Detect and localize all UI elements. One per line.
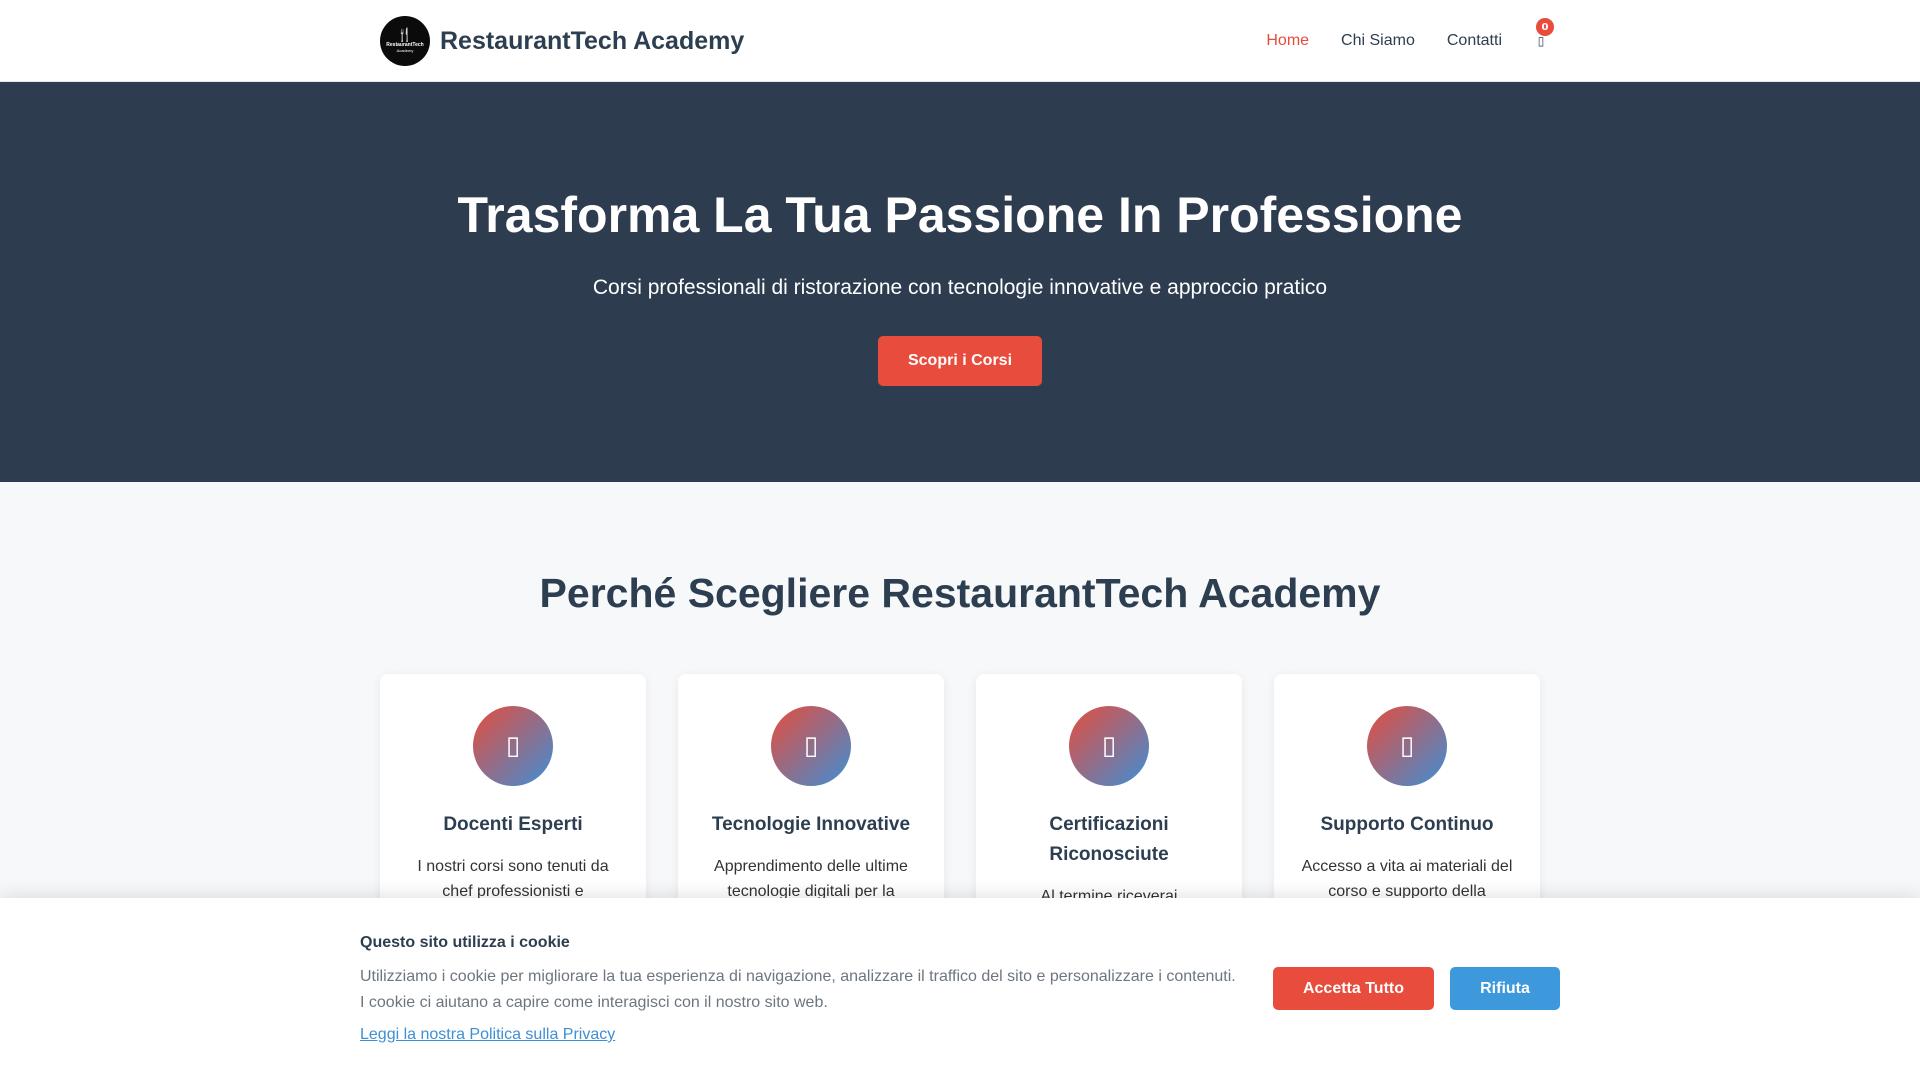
feature-icon: ▯: [771, 706, 851, 786]
cart-icon: ▯: [1537, 34, 1545, 48]
cart-button[interactable]: ▯ 0: [1534, 18, 1554, 51]
nav-link-chi-siamo[interactable]: Chi Siamo: [1341, 32, 1415, 50]
feature-text: Apprendimento delle ultime tecnologie di…: [714, 858, 908, 900]
discover-courses-button[interactable]: Scopri i Corsi: [878, 336, 1042, 386]
feature-title: Certificazioni Riconosciute: [1049, 814, 1169, 865]
brand-name[interactable]: RestaurantTech Academy: [440, 27, 744, 56]
feature-title: Tecnologie Innovative: [711, 814, 911, 835]
feature-text: I nostri corsi sono tenuti da chef profe…: [417, 858, 609, 900]
accept-all-button[interactable]: Accetta Tutto: [1273, 967, 1434, 1010]
header-inner: 🍴 RestaurantTech Academy RestaurantTech …: [380, 0, 1554, 82]
brand[interactable]: 🍴 RestaurantTech Academy RestaurantTech …: [380, 16, 744, 66]
feature-icon: ▯: [473, 706, 553, 786]
feature-icon: ▯: [1367, 706, 1447, 786]
main-nav: Home Chi Siamo Contatti ▯ 0: [1266, 18, 1554, 51]
nav-link-contatti[interactable]: Contatti: [1447, 32, 1502, 50]
hero-section: Trasforma La Tua Passione In Professione…: [0, 82, 1920, 482]
features-title: Perché Scegliere RestaurantTech Academy: [539, 570, 1381, 616]
cookie-text: Utilizziamo i cookie per migliorare la t…: [360, 968, 1236, 1011]
reject-button[interactable]: Rifiuta: [1450, 967, 1560, 1010]
cutlery-icon: 🍴: [396, 28, 414, 43]
hero-title: Trasforma La Tua Passione In Professione: [457, 187, 1463, 243]
feature-text: Accesso a vita ai materiali del corso e …: [1301, 858, 1513, 900]
cookie-banner: Questo sito utilizza i cookie Utilizziam…: [0, 898, 1920, 1080]
feature-icon: ▯: [1069, 706, 1149, 786]
site-header: 🍴 RestaurantTech Academy RestaurantTech …: [0, 0, 1920, 82]
feature-title: Docenti Esperti: [443, 814, 583, 835]
cart-count-badge: 0: [1536, 18, 1554, 36]
privacy-policy-link[interactable]: Leggi la nostra Politica sulla Privacy: [360, 1026, 615, 1044]
nav-link-home[interactable]: Home: [1266, 32, 1309, 50]
logo-text-line2: Academy: [396, 48, 414, 53]
hero-subtitle: Corsi professionali di ristorazione con …: [592, 276, 1328, 299]
logo[interactable]: 🍴 RestaurantTech Academy: [380, 16, 430, 66]
feature-title: Supporto Continuo: [1320, 814, 1494, 835]
cookie-title: Questo sito utilizza i cookie: [360, 934, 570, 951]
